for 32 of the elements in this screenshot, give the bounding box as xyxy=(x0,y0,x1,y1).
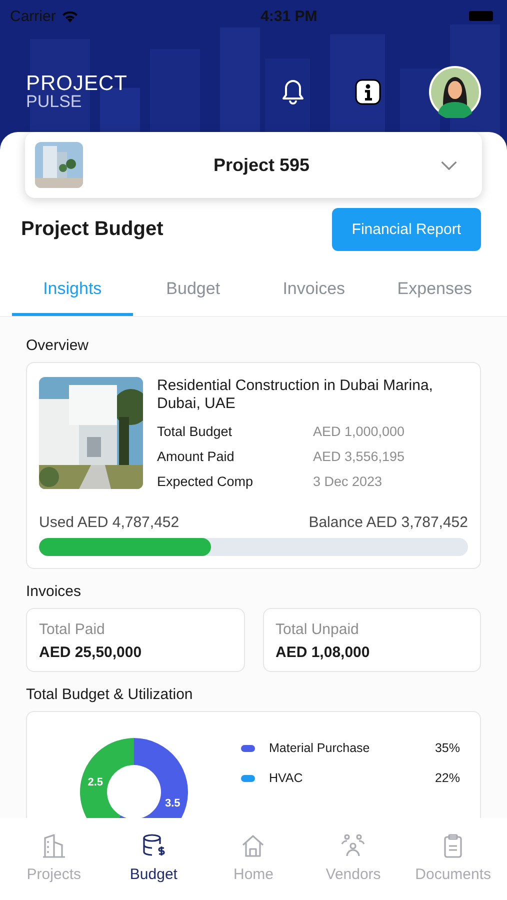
nav-item[interactable]: Budget xyxy=(104,818,204,900)
tab[interactable]: Invoices xyxy=(254,267,374,316)
detail-label: Expected Comp xyxy=(157,473,254,491)
invoice-label: Total Unpaid xyxy=(276,621,360,638)
nav-item[interactable]: Vendors xyxy=(303,818,404,900)
invoice-label: Total Paid xyxy=(39,621,106,638)
detail-value: AED 1,000,000 xyxy=(313,423,405,441)
legend-label: Material Purchase xyxy=(269,741,371,755)
nav-item[interactable]: Documents xyxy=(403,818,503,900)
invoice-amount: AED 25,50,000 xyxy=(39,644,143,661)
financial-report-button[interactable]: Financial Report xyxy=(332,208,481,251)
legend-label: HVAC xyxy=(269,771,304,785)
tab[interactable]: Budget xyxy=(132,267,254,316)
legend-percent: 22% xyxy=(434,771,460,785)
detail-label: Amount Paid xyxy=(157,448,236,466)
detail-value: AED 3,556,195 xyxy=(313,448,405,466)
invoice-amount: AED 1,08,000 xyxy=(276,644,371,661)
tab[interactable]: Expenses xyxy=(374,267,495,316)
nav-item[interactable]: Home xyxy=(204,818,304,900)
detail-value: 3 Dec 2023 xyxy=(313,473,382,491)
nav-item[interactable]: Projects xyxy=(4,818,104,900)
project-title: Residential Construction in Dubai Marina, Dubai, UAE xyxy=(157,377,434,413)
section-heading: Invoices xyxy=(26,583,82,600)
section-heading: Overview xyxy=(26,337,90,354)
used-amount: Used AED 4,787,452 xyxy=(39,514,180,531)
section-heading: Total Budget & Utilization xyxy=(26,686,194,703)
page-title: Project Budget xyxy=(21,218,164,241)
legend-percent: 35% xyxy=(434,741,460,755)
balance-amount: Balance AED 3,787,452 xyxy=(308,514,468,531)
detail-label: Total Budget xyxy=(157,423,234,441)
slice-label: 3.5 xyxy=(165,797,180,810)
slice-label: 2.5 xyxy=(88,776,103,789)
